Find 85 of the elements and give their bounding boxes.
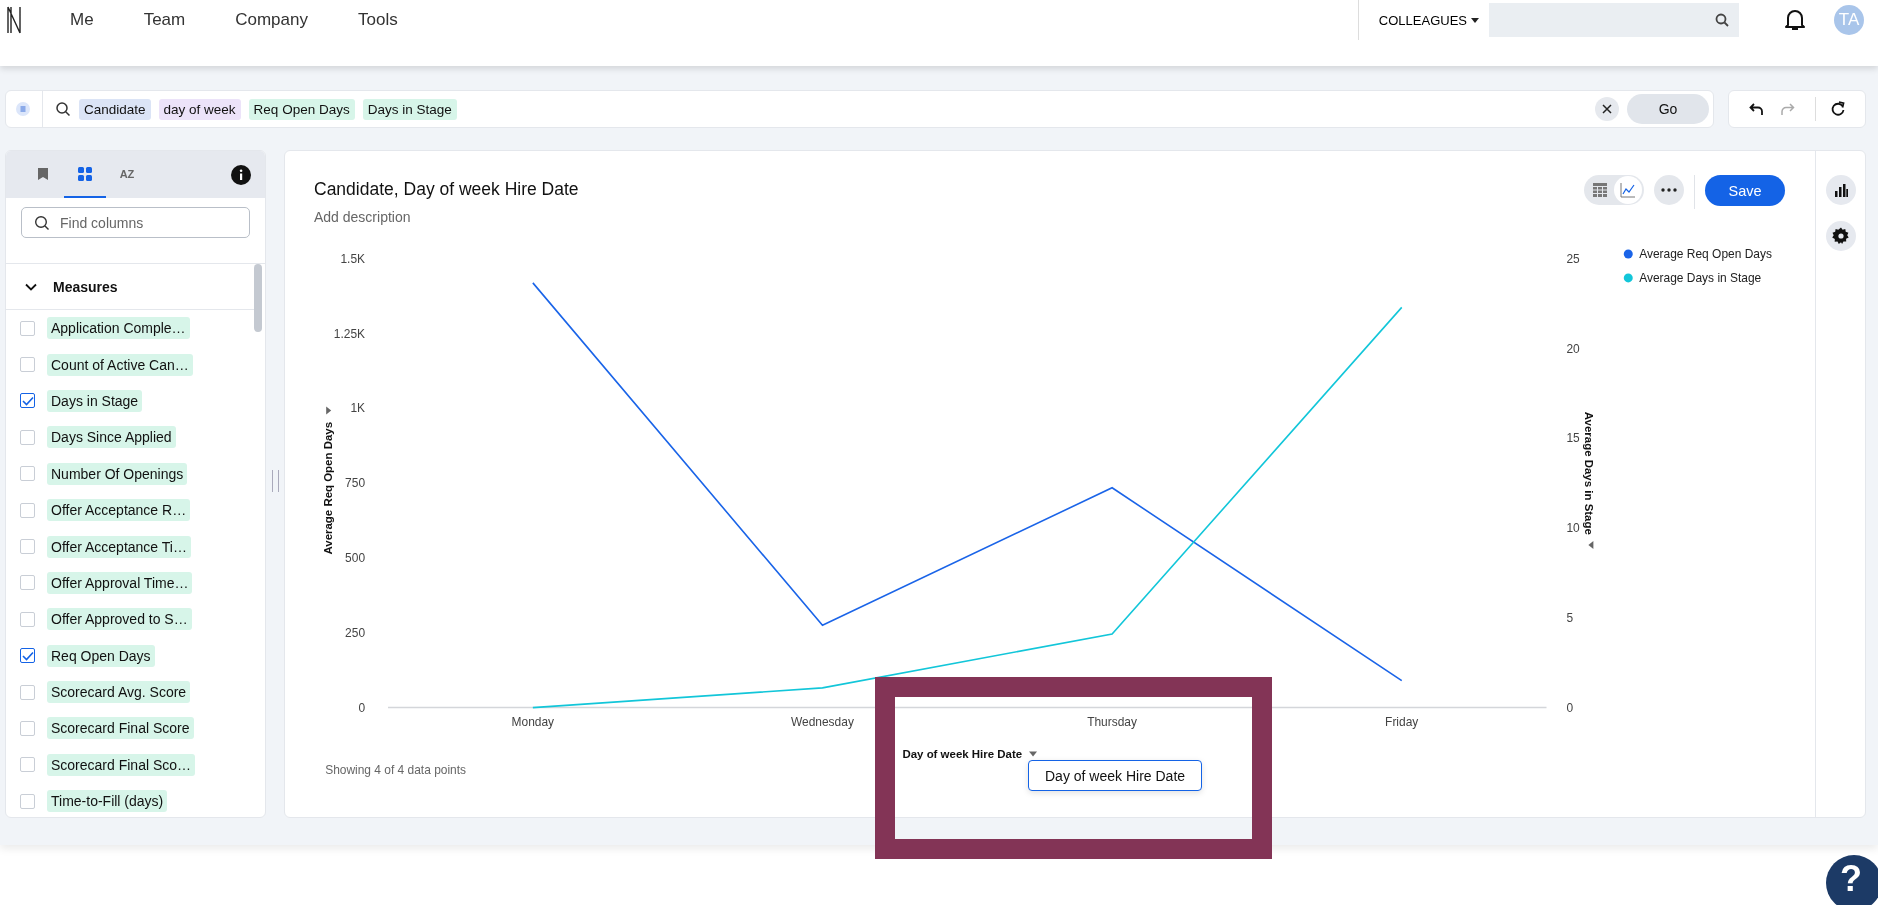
list-icon[interactable]: [16, 102, 30, 116]
search-token[interactable]: Candidate: [79, 98, 151, 120]
close-icon: [1602, 104, 1612, 114]
panel-tab[interactable]: AZ: [106, 151, 148, 198]
settings-icon: [1831, 227, 1850, 245]
bookmark-icon: [37, 166, 49, 181]
caret-icon[interactable]: [1029, 751, 1038, 757]
search-bar[interactable]: Candidate day of week Req Open Days Days in Stage Go: [5, 90, 1714, 128]
search-token[interactable]: Days in Stage: [362, 98, 457, 120]
more-button[interactable]: [1654, 175, 1684, 205]
axis-tick-label: 25: [1566, 251, 1580, 266]
column-tag[interactable]: Scorecard Avg. Score: [47, 681, 191, 704]
column-tag[interactable]: Req Open Days: [47, 644, 155, 667]
column-tag[interactable]: Time-to-Fill (days): [47, 790, 168, 813]
column-tag[interactable]: Offer Acceptance Ti…: [47, 535, 191, 558]
axis-title[interactable]: Average Days in Stage: [1583, 411, 1596, 535]
axis-tick-label: 250: [345, 625, 366, 640]
go-button[interactable]: Go: [1627, 94, 1709, 124]
clear-button[interactable]: [1595, 97, 1619, 121]
column-tag[interactable]: Offer Approval Time…: [47, 571, 193, 594]
axis-tick-label: Wednesday: [791, 714, 854, 729]
axis-tick-label: 15: [1566, 431, 1580, 446]
column-tag[interactable]: Offer Acceptance R…: [47, 499, 191, 522]
axis-tick-label: 0: [1566, 700, 1574, 715]
find-columns-field[interactable]: Find columns: [21, 207, 250, 238]
more-icon: [1661, 188, 1677, 192]
axis-tick-label: 0: [358, 700, 366, 715]
axis-tick-label: 1K: [350, 401, 366, 416]
axis-tick-label: 10: [1566, 520, 1580, 535]
help-button[interactable]: ?: [1826, 855, 1878, 905]
nav-link[interactable]: Company: [235, 10, 308, 30]
nav-link[interactable]: Me: [70, 10, 94, 30]
legend-label[interactable]: Average Req Open Days: [1639, 246, 1772, 261]
data-points-note: Showing 4 of 4 data points: [325, 763, 467, 778]
line-chart-icon[interactable]: [1614, 176, 1642, 204]
notification-icon[interactable]: [1784, 8, 1806, 32]
info-icon[interactable]: [231, 164, 251, 185]
column-tag[interactable]: Days in Stage: [47, 389, 143, 412]
checkbox[interactable]: [20, 648, 35, 664]
column-tag[interactable]: Scorecard Final Score: [47, 717, 194, 740]
column-tag[interactable]: Count of Active Can…: [47, 353, 193, 376]
settings-button[interactable]: [1825, 221, 1856, 251]
nav-link[interactable]: Tools: [357, 10, 398, 30]
caret-icon[interactable]: [1588, 540, 1594, 549]
caret-icon[interactable]: [326, 406, 332, 415]
search-icon: [34, 215, 50, 231]
axis-tick-label: 500: [345, 550, 366, 565]
save-button[interactable]: Save: [1705, 175, 1785, 206]
column-tag[interactable]: Scorecard Final Sco…: [47, 753, 196, 776]
nav-link[interactable]: Team: [143, 10, 186, 30]
refresh-icon[interactable]: [1830, 101, 1846, 117]
search-icon: [1715, 13, 1729, 27]
search-field[interactable]: [1489, 3, 1739, 37]
search-token[interactable]: Req Open Days: [248, 98, 355, 120]
description-link[interactable]: Add description: [314, 209, 579, 225]
checkbox[interactable]: [20, 393, 35, 409]
axis-tick-label: 5: [1566, 610, 1574, 625]
chevron-icon: [25, 282, 37, 291]
axis-title[interactable]: Day of week Hire Date: [902, 748, 1023, 761]
axis-tick-label: Friday: [1385, 714, 1419, 729]
chart-title: Candidate, Day of week Hire Date: [314, 179, 579, 200]
axis-tick-label: 1.25K: [333, 326, 366, 341]
caret-icon: [1471, 17, 1479, 23]
section-title: Measures: [53, 278, 118, 295]
axis-tick-label: 1.5K: [340, 251, 366, 266]
axis-title[interactable]: Average Req Open Days: [322, 421, 335, 555]
scrollbar-thumb[interactable]: [254, 264, 262, 332]
column-tag[interactable]: Number Of Openings: [47, 462, 188, 485]
bar-chart-icon: [1833, 183, 1848, 197]
grid-icon: [78, 166, 92, 181]
axis-tick-label: Thursday: [1087, 714, 1137, 729]
view-toggle[interactable]: [1584, 175, 1644, 205]
axis-tick-label: 20: [1566, 341, 1580, 356]
tooltip: Day of week Hire Date: [1028, 760, 1203, 791]
chart-type-button[interactable]: [1825, 175, 1856, 205]
search-token[interactable]: day of week: [158, 98, 241, 120]
search-icon: [55, 101, 71, 117]
column-tag[interactable]: Offer Approved to S…: [47, 608, 192, 631]
logo-icon[interactable]: [6, 5, 22, 35]
undo-icon[interactable]: [1749, 101, 1765, 117]
axis-tick-label: Monday: [511, 714, 555, 729]
column-tag[interactable]: Application Comple…: [47, 317, 190, 340]
legend-label[interactable]: Average Days in Stage: [1639, 270, 1762, 285]
column-tag[interactable]: Days Since Applied: [47, 426, 176, 449]
axis-tick-label: 750: [345, 476, 366, 490]
